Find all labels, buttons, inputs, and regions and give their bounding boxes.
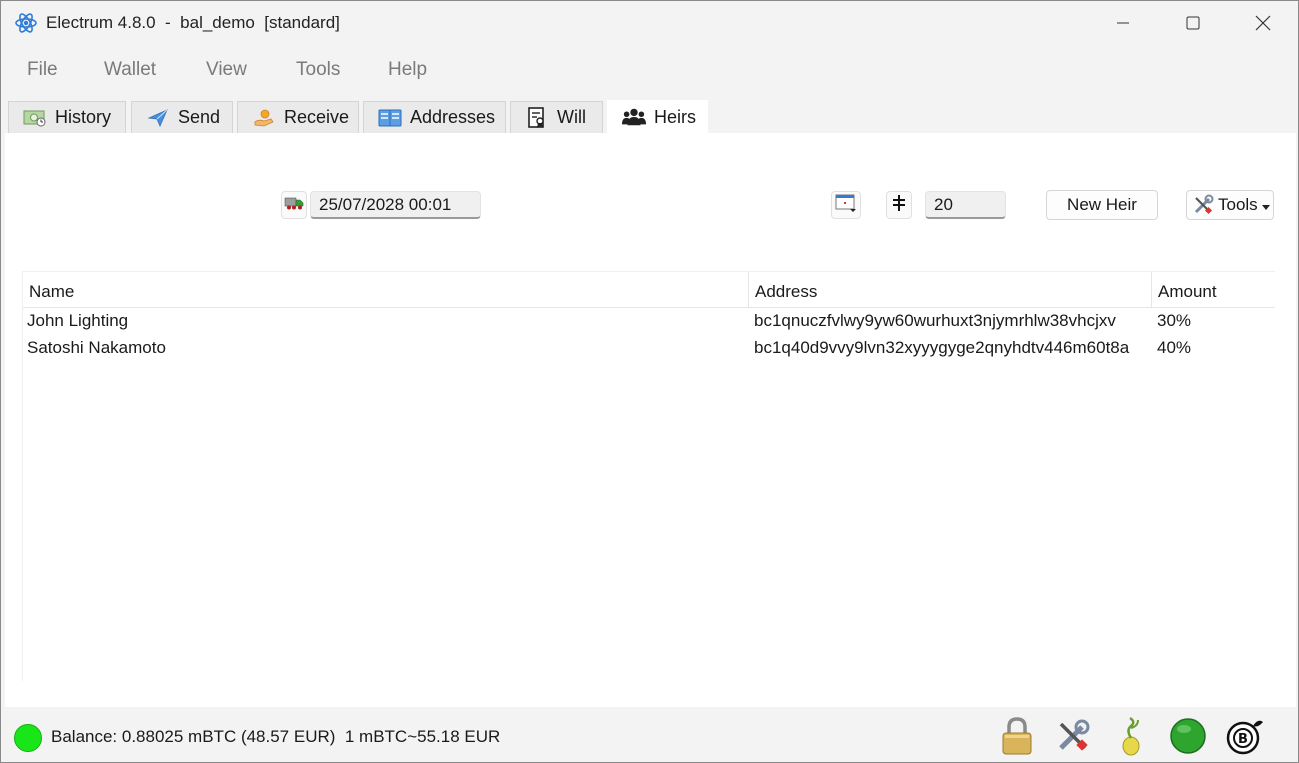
heirs-table: Name Address Amount John Lighting bc1qnu… <box>22 271 1275 681</box>
heirs-icon <box>622 106 646 128</box>
addresses-icon <box>378 107 402 129</box>
calendar-dropdown-button[interactable] <box>831 191 861 219</box>
tab-heirs[interactable]: Heirs <box>607 100 708 133</box>
heir-name: John Lighting <box>27 311 129 330</box>
menu-help[interactable]: Help <box>388 59 427 81</box>
table-header: Name Address Amount <box>23 271 1275 308</box>
padlock-icon <box>1000 716 1034 761</box>
preferences-button[interactable] <box>1053 717 1093 759</box>
menu-wallet[interactable]: Wallet <box>104 59 156 81</box>
close-icon <box>1255 15 1271 31</box>
tab-history[interactable]: History <box>8 101 126 133</box>
minimize-icon <box>1117 22 1129 24</box>
seed-icon <box>1116 716 1146 761</box>
network-status-icon <box>1169 717 1207 760</box>
tab-receive[interactable]: Receive <box>237 101 359 133</box>
tab-send-label: Send <box>178 107 221 127</box>
lock-button[interactable] <box>997 716 1037 761</box>
heir-address: bc1q40d9vvy9lvn32xyyygyge2qnyhdtv446m60t… <box>754 338 1130 357</box>
tab-receive-label: Receive <box>284 107 350 127</box>
delivery-date-button[interactable] <box>281 191 307 219</box>
tab-bar: History Send Receive Addresses Will Heir… <box>8 100 1298 133</box>
threshold-button[interactable] <box>886 191 912 219</box>
network-status-button[interactable] <box>1168 717 1208 759</box>
bal-plugin-icon: B <box>1225 716 1265 761</box>
truck-icon <box>284 195 304 216</box>
window-title: Electrum 4.8.0 - bal_demo [standard] <box>46 13 340 32</box>
locktime-date-field[interactable]: 25/07/2028 00:01 <box>310 191 481 219</box>
menu-file[interactable]: File <box>27 59 58 81</box>
column-header-name[interactable]: Name <box>23 272 748 308</box>
dropdown-arrow-icon <box>1262 196 1270 216</box>
maximize-icon <box>1186 16 1200 30</box>
menu-bar: File Wallet View Tools Help <box>1 53 1298 87</box>
menu-view[interactable]: View <box>206 59 247 81</box>
heir-amount: 30% <box>1157 311 1192 330</box>
new-heir-button[interactable]: New Heir <box>1046 190 1158 220</box>
bal-plugin-button[interactable]: B <box>1225 717 1265 759</box>
tab-history-label: History <box>55 107 112 127</box>
table-row[interactable]: John Lighting bc1qnuczfvlwy9yw60wurhuxt3… <box>23 309 1275 336</box>
column-header-amount[interactable]: Amount <box>1152 272 1275 308</box>
svg-text:B: B <box>1238 732 1248 747</box>
close-button[interactable] <box>1228 1 1298 45</box>
balance-text: Balance: 0.88025 mBTC (48.57 EUR) 1 mBTC… <box>51 727 501 746</box>
history-icon <box>23 107 47 129</box>
tools-menu-button[interactable]: Tools <box>1186 190 1274 220</box>
tab-addresses[interactable]: Addresses <box>363 101 506 133</box>
preferences-icon <box>1055 718 1091 759</box>
tab-heirs-label: Heirs <box>654 106 697 127</box>
will-icon <box>525 106 549 129</box>
heir-amount: 40% <box>1157 338 1192 357</box>
tools-icon <box>1192 194 1214 216</box>
tab-addresses-label: Addresses <box>410 107 496 127</box>
electrum-window: Electrum 4.8.0 - bal_demo [standard] Fil… <box>0 0 1299 763</box>
minimize-button[interactable] <box>1088 1 1158 45</box>
menu-tools[interactable]: Tools <box>296 59 340 81</box>
calendar-icon <box>835 193 857 218</box>
tools-menu-label: Tools <box>1218 195 1258 214</box>
threshold-icon <box>891 194 907 217</box>
send-icon <box>146 107 170 129</box>
heir-address: bc1qnuczfvlwy9yw60wurhuxt3njymrhlw38vhcj… <box>754 311 1116 330</box>
electrum-logo-icon <box>14 11 38 35</box>
title-bar[interactable]: Electrum 4.8.0 - bal_demo [standard] <box>1 1 1298 45</box>
tab-will-label: Will <box>557 107 586 127</box>
connection-status-indicator <box>14 724 42 752</box>
seed-button[interactable] <box>1111 716 1151 761</box>
maximize-button[interactable] <box>1158 1 1228 45</box>
receive-icon <box>252 107 276 129</box>
column-header-address[interactable]: Address <box>749 272 1151 308</box>
threshold-field[interactable]: 20 <box>925 191 1006 219</box>
tab-send[interactable]: Send <box>131 101 233 133</box>
heirs-panel: 25/07/2028 00:01 20 New Heir Tools Name … <box>5 133 1296 707</box>
table-row[interactable]: Satoshi Nakamoto bc1q40d9vvy9lvn32xyyygy… <box>23 336 1275 363</box>
tab-will[interactable]: Will <box>510 101 603 133</box>
heir-name: Satoshi Nakamoto <box>27 338 166 357</box>
status-bar: Balance: 0.88025 mBTC (48.57 EUR) 1 mBTC… <box>1 709 1298 763</box>
